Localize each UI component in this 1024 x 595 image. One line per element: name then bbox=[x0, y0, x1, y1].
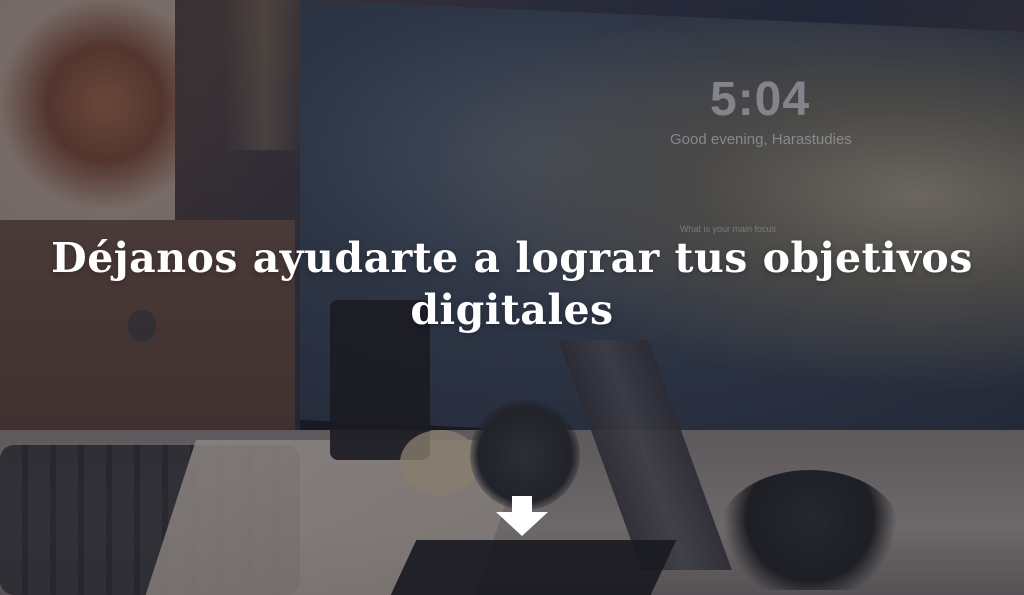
scroll-down-button[interactable] bbox=[496, 496, 548, 536]
hero-section: 5:04 Good evening, Harastudies What is y… bbox=[0, 0, 1024, 595]
arrow-down-icon bbox=[496, 496, 548, 536]
hero-headline-line2: digitales bbox=[410, 286, 614, 334]
hero-headline: Déjanos ayudarte a lograr tus objetivos … bbox=[0, 232, 1024, 336]
hero-headline-line1: Déjanos ayudarte a lograr tus objetivos bbox=[51, 234, 973, 282]
